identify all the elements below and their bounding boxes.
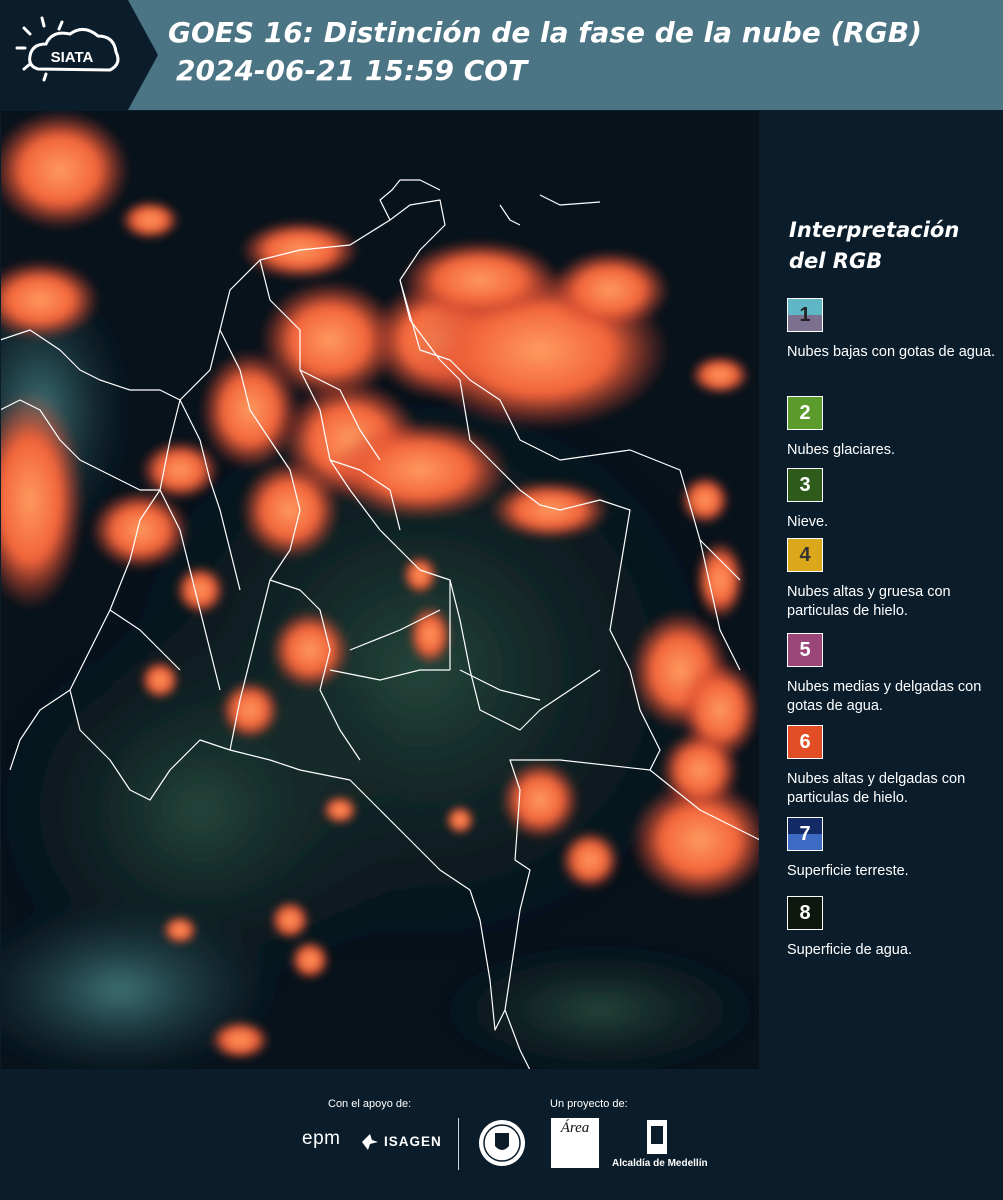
- siata-logo-icon: SIATA: [15, 16, 120, 82]
- area-metropolitana-text: Área: [560, 1120, 590, 1136]
- title-line-1: GOES 16: Distinción de la fase de la nub…: [168, 16, 922, 49]
- alcaldia-text: Alcaldía de Medellín: [612, 1158, 708, 1169]
- legend-label-3: Nieve.: [787, 514, 829, 530]
- legend-item-7: 7 Superficie terreste.: [787, 817, 997, 881]
- legend-swatch-8: 8: [787, 896, 823, 930]
- project-label: Un proyecto de:: [550, 1098, 628, 1110]
- legend-swatch-7: 7: [787, 817, 823, 851]
- epm-logo: epm: [302, 1128, 341, 1149]
- legend-label-5: Nubes medias y delgadas con gotas de agu…: [787, 679, 982, 714]
- footer: Con el apoyo de: Un proyecto de: epm ISA…: [0, 1070, 1003, 1200]
- isagen-logo: ISAGEN: [384, 1134, 442, 1149]
- page-title: GOES 16: Distinción de la fase de la nub…: [168, 14, 988, 90]
- legend-item-8: 8 Superficie de agua.: [787, 896, 997, 960]
- legend-label-6: Nubes altas y delgadas con particulas de…: [787, 771, 966, 806]
- support-label: Con el apoyo de:: [328, 1098, 412, 1110]
- legend-swatch-3: 3: [787, 468, 823, 502]
- legend-item-6: 6 Nubes altas y delgadas con particulas …: [787, 725, 997, 808]
- legend-label-8: Superficie de agua.: [787, 942, 912, 958]
- legend-title: Interpretación del RGB: [789, 218, 960, 273]
- legend-swatch-5: 5: [787, 633, 823, 667]
- logo-arrow: [128, 0, 158, 110]
- legend-item-5: 5 Nubes medias y delgadas con gotas de a…: [787, 633, 997, 716]
- header-bar: SIATA GOES 16: Distinción de la fase de …: [0, 0, 1003, 110]
- legend-panel: Interpretación del RGB 1 Nubes bajas con…: [760, 110, 1003, 1070]
- legend-label-7: Superficie terreste.: [787, 863, 909, 879]
- legend-swatch-4: 4: [787, 538, 823, 572]
- legend-label-4: Nubes altas y gruesa con particulas de h…: [787, 584, 951, 619]
- footer-divider: [458, 1118, 459, 1170]
- legend-swatch-2: 2: [787, 396, 823, 430]
- logo-panel: SIATA: [0, 0, 128, 110]
- legend-item-4: 4 Nubes altas y gruesa con particulas de…: [787, 538, 997, 621]
- alcaldia-shield-icon: [647, 1120, 667, 1154]
- legend-label-1: Nubes bajas con gotas de agua.: [787, 344, 995, 360]
- legend-swatch-1: 1: [787, 298, 823, 332]
- legend-item-1: 1 Nubes bajas con gotas de agua.: [787, 298, 997, 362]
- medellin-seal-icon: [479, 1120, 525, 1166]
- legend-label-2: Nubes glaciares.: [787, 442, 895, 458]
- legend-item-3: 3 Nieve.: [787, 468, 997, 532]
- legend-item-2: 2 Nubes glaciares.: [787, 396, 997, 460]
- satellite-map: [0, 110, 760, 1070]
- satellite-image: [0, 110, 760, 1070]
- legend-swatch-6: 6: [787, 725, 823, 759]
- svg-text:SIATA: SIATA: [51, 49, 94, 66]
- isagen-mark-icon: [362, 1134, 378, 1150]
- title-line-2: 2024-06-21 15:59 COT: [176, 54, 528, 87]
